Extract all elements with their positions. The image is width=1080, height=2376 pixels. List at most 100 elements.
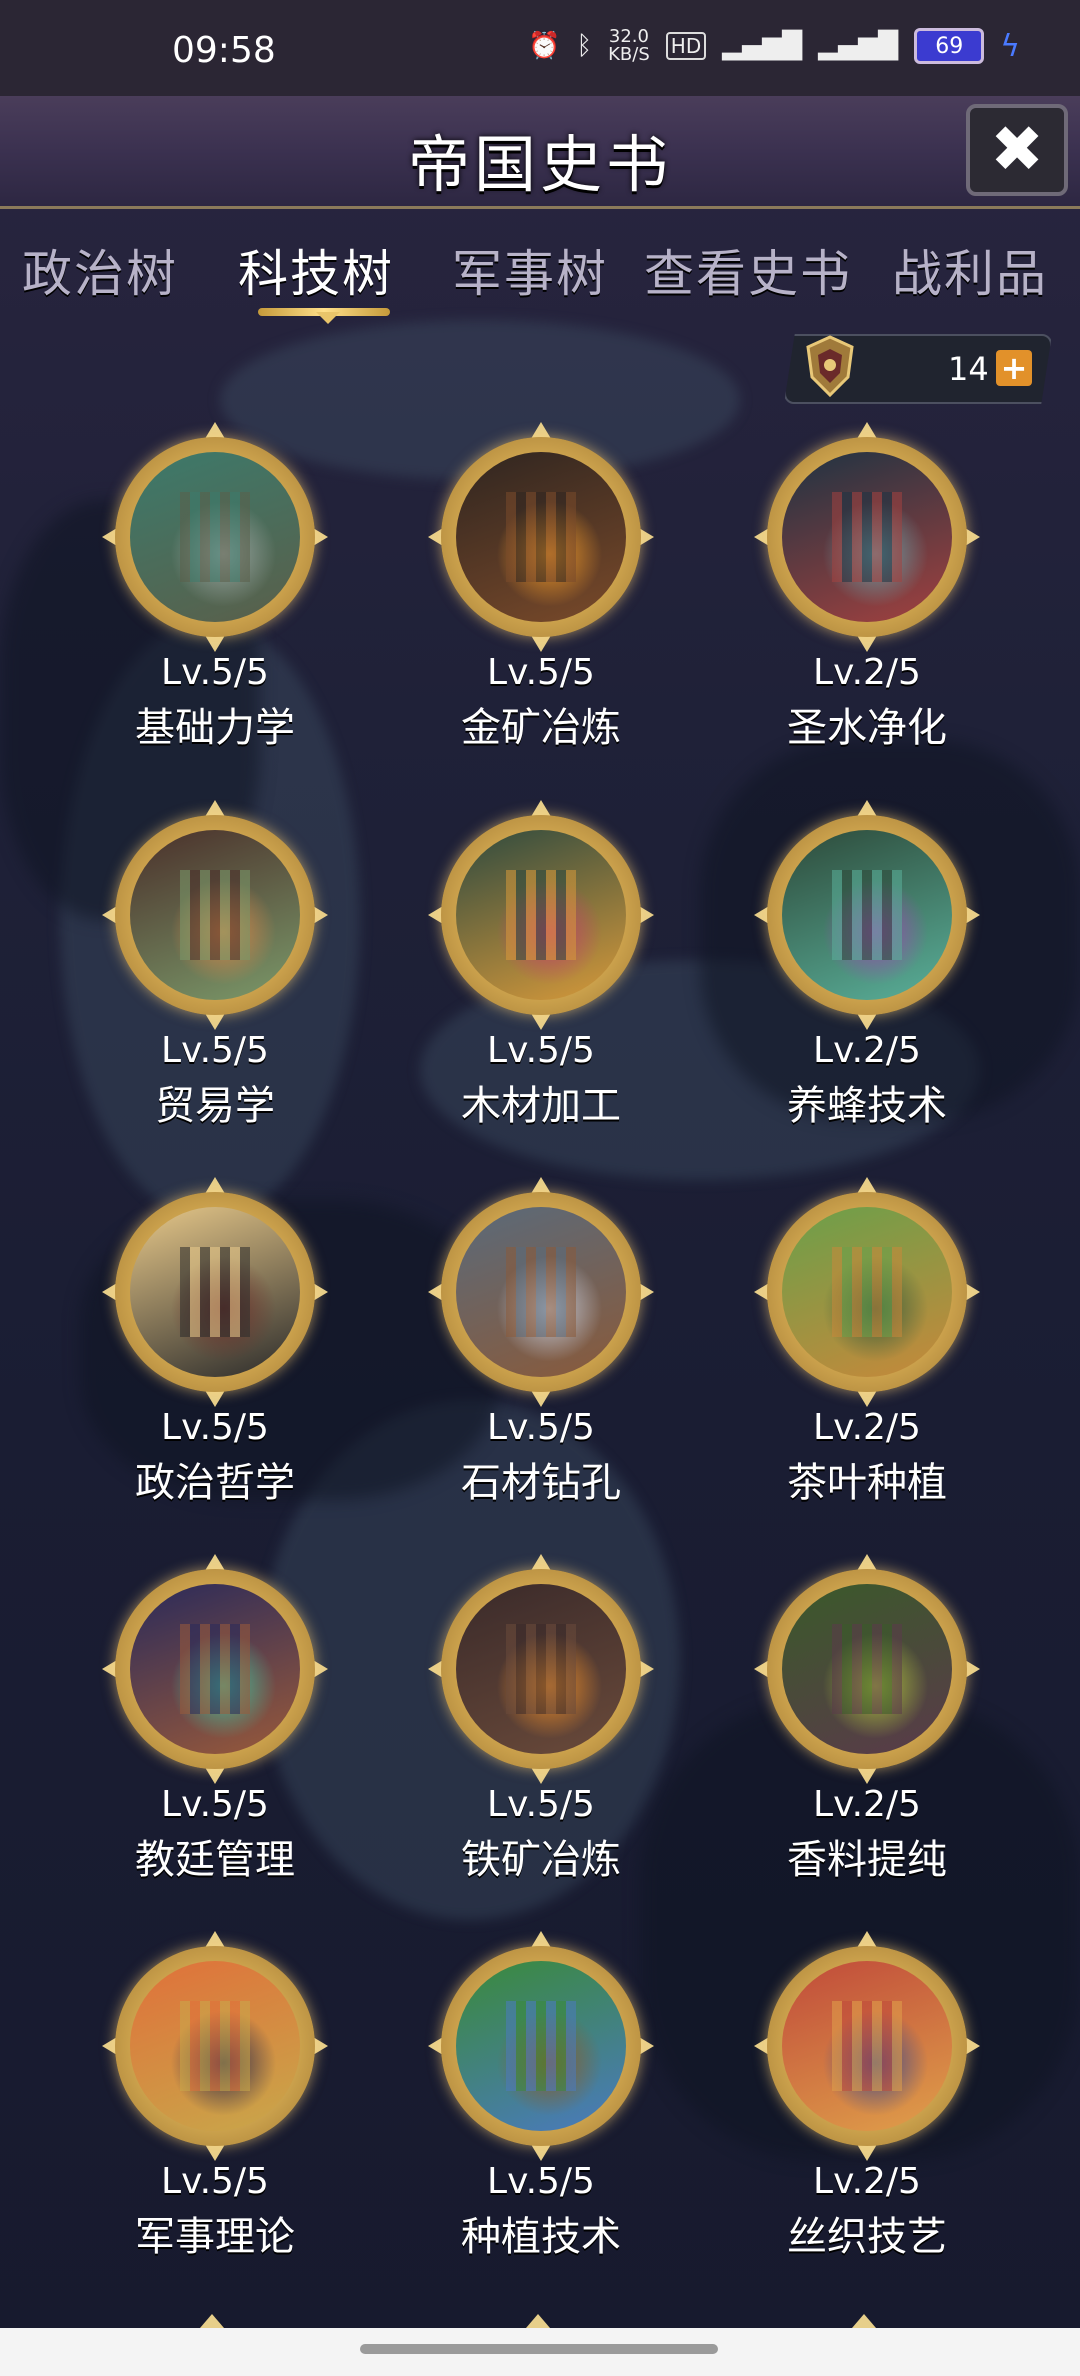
- tech-item[interactable]: Lv.2/5 养蜂技术: [747, 800, 987, 1131]
- tech-level: Lv.5/5: [487, 1407, 595, 1448]
- tech-item[interactable]: Lv.5/5 军事理论: [95, 1931, 335, 2262]
- tech-name: 圣水净化: [787, 705, 947, 751]
- battery-level: 69: [935, 33, 964, 59]
- art-detail: [506, 1624, 576, 1714]
- tech-level: Lv.5/5: [487, 1030, 595, 1071]
- close-icon: ✖: [990, 113, 1044, 187]
- tech-name: 铁矿冶炼: [461, 1837, 621, 1883]
- tech-medallion[interactable]: [102, 1931, 328, 2161]
- tech-item[interactable]: Lv.5/5 基础力学: [95, 422, 335, 753]
- tech-medallion[interactable]: [754, 1931, 980, 2161]
- charging-icon: ϟ: [1000, 28, 1020, 64]
- hd-icon: HD: [665, 32, 707, 60]
- home-indicator[interactable]: [360, 2344, 718, 2354]
- tech-item[interactable]: Lv.5/5 教廷管理: [95, 1554, 335, 1885]
- tech-medallion[interactable]: [754, 1177, 980, 1407]
- tech-item[interactable]: Lv.5/5 木材加工: [421, 800, 661, 1131]
- page-header: 帝国史书 ✖: [0, 96, 1080, 209]
- spice-field-icon: [782, 1584, 952, 1754]
- tech-item[interactable]: Lv.5/5 政治哲学: [95, 1177, 335, 1508]
- close-button[interactable]: ✖: [966, 104, 1068, 196]
- tech-name: 石材钻孔: [461, 1460, 621, 1506]
- tech-medallion[interactable]: [754, 800, 980, 1030]
- tech-name: 丝织技艺: [787, 2214, 947, 2260]
- tech-name: 基础力学: [135, 705, 295, 751]
- crest-icon: [798, 334, 862, 402]
- tech-item[interactable]: Lv.2/5 香料提纯: [747, 1554, 987, 1885]
- add-currency-button[interactable]: +: [996, 350, 1032, 386]
- forge-icon: [456, 452, 626, 622]
- tech-medallion[interactable]: [428, 422, 654, 652]
- tech-item[interactable]: Lv.5/5 贸易学: [95, 800, 335, 1131]
- art-detail: [180, 1247, 250, 1337]
- tech-medallion[interactable]: [428, 800, 654, 1030]
- tech-name: 贸易学: [155, 1083, 275, 1129]
- tech-medallion[interactable]: [102, 1177, 328, 1407]
- signal-5g-icon: ▂▄▆█: [722, 31, 803, 61]
- bluetooth-icon: ᛒ: [576, 31, 593, 61]
- art-detail: [180, 870, 250, 960]
- tech-medallion[interactable]: [102, 422, 328, 652]
- tech-item[interactable]: Lv.2/5 茶叶种植: [747, 1177, 987, 1508]
- tab-history[interactable]: 查看史书: [644, 234, 852, 306]
- drill-icon: [456, 1207, 626, 1377]
- forest-icon: [456, 830, 626, 1000]
- tech-name: 木材加工: [461, 1083, 621, 1129]
- tech-level: Lv.5/5: [161, 2161, 269, 2202]
- tech-item[interactable]: Lv.2/5 丝织技艺: [747, 1931, 987, 2262]
- market-icon: [130, 830, 300, 1000]
- status-time: 09:58: [172, 30, 276, 71]
- tab-military[interactable]: 军事树: [452, 234, 608, 306]
- network-speed: 32.0 KB/S: [608, 26, 650, 65]
- art-detail: [180, 492, 250, 582]
- art-detail: [832, 1624, 902, 1714]
- art-detail: [506, 1247, 576, 1337]
- tech-level: Lv.5/5: [161, 1784, 269, 1825]
- philosopher-icon: [130, 1207, 300, 1377]
- system-nav-bar: [0, 2328, 1080, 2376]
- tech-medallion[interactable]: [102, 1554, 328, 1784]
- tech-medallion[interactable]: [428, 1554, 654, 1784]
- farmland-icon: [456, 1961, 626, 2131]
- tab-politics[interactable]: 政治树: [22, 234, 178, 306]
- tech-medallion[interactable]: [428, 1177, 654, 1407]
- tech-item[interactable]: Lv.5/5 铁矿冶炼: [421, 1554, 661, 1885]
- tech-item[interactable]: Lv.2/5 圣水净化: [747, 422, 987, 753]
- art-detail: [506, 870, 576, 960]
- art-detail: [180, 1624, 250, 1714]
- tech-item[interactable]: Lv.5/5 金矿冶炼: [421, 422, 661, 753]
- tab-bar: 政治树 科技树 军事树 查看史书 战利品: [0, 222, 1080, 324]
- statue-icon: [130, 452, 300, 622]
- tech-medallion[interactable]: [102, 800, 328, 1030]
- silk-workshop-icon: [782, 1961, 952, 2131]
- tech-name: 香料提纯: [787, 1837, 947, 1883]
- currency-value: 14: [948, 350, 989, 388]
- tech-level: Lv.5/5: [161, 652, 269, 693]
- art-detail: [832, 492, 902, 582]
- tech-level: Lv.2/5: [813, 652, 921, 693]
- tech-name: 种植技术: [461, 2214, 621, 2260]
- smithy-icon: [456, 1584, 626, 1754]
- art-detail: [832, 2001, 902, 2091]
- art-detail: [180, 2001, 250, 2091]
- status-icons: ⏰ ᛒ 32.0 KB/S HD ▂▄▆█ ▂▄▆█ 69 ϟ: [528, 28, 1020, 64]
- tech-level: Lv.2/5: [813, 1407, 921, 1448]
- tech-medallion[interactable]: [754, 422, 980, 652]
- tab-spoils[interactable]: 战利品: [892, 234, 1048, 306]
- page-title: 帝国史书: [407, 128, 672, 201]
- status-bar: 09:58 ⏰ ᛒ 32.0 KB/S HD ▂▄▆█ ▂▄▆█ 69 ϟ: [0, 0, 1080, 96]
- tech-level: Lv.5/5: [487, 652, 595, 693]
- tab-technology[interactable]: 科技树: [238, 234, 394, 306]
- tech-name: 教廷管理: [135, 1837, 295, 1883]
- art-detail: [506, 492, 576, 582]
- active-tab-arrow: [316, 312, 340, 324]
- tech-medallion[interactable]: [754, 1554, 980, 1784]
- tech-medallion[interactable]: [428, 1931, 654, 2161]
- tech-item[interactable]: Lv.5/5 石材钻孔: [421, 1177, 661, 1508]
- tea-plant-icon: [782, 1207, 952, 1377]
- battery-icon: 69: [914, 28, 985, 64]
- tech-level: Lv.2/5: [813, 1784, 921, 1825]
- tech-level: Lv.5/5: [161, 1030, 269, 1071]
- clergy-icon: [130, 1584, 300, 1754]
- tech-item[interactable]: Lv.5/5 种植技术: [421, 1931, 661, 2262]
